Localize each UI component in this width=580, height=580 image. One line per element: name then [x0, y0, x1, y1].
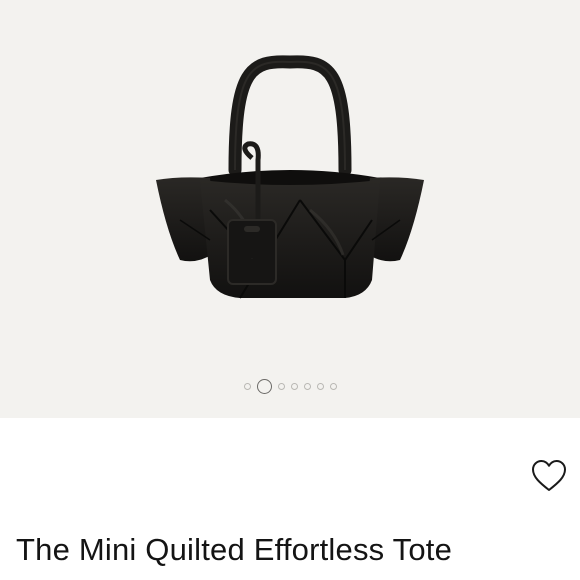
- product-title: The Mini Quilted Effortless Tote: [16, 532, 453, 567]
- gallery-dot[interactable]: [329, 382, 337, 390]
- gallery-pagination: [0, 376, 580, 396]
- gallery-dot[interactable]: [316, 382, 324, 390]
- product-image-gallery[interactable]: ·: [0, 0, 580, 418]
- gallery-dot-active[interactable]: [256, 378, 272, 394]
- svg-text:·: ·: [251, 256, 253, 262]
- gallery-dot[interactable]: [243, 382, 251, 390]
- gallery-dot[interactable]: [277, 382, 285, 390]
- heart-outline-icon[interactable]: [530, 458, 568, 494]
- gallery-dot[interactable]: [290, 382, 298, 390]
- gallery-dot[interactable]: [303, 382, 311, 390]
- product-page: · The Mini Quilted Effortless Tote: [0, 0, 580, 580]
- product-image: ·: [156, 55, 424, 299]
